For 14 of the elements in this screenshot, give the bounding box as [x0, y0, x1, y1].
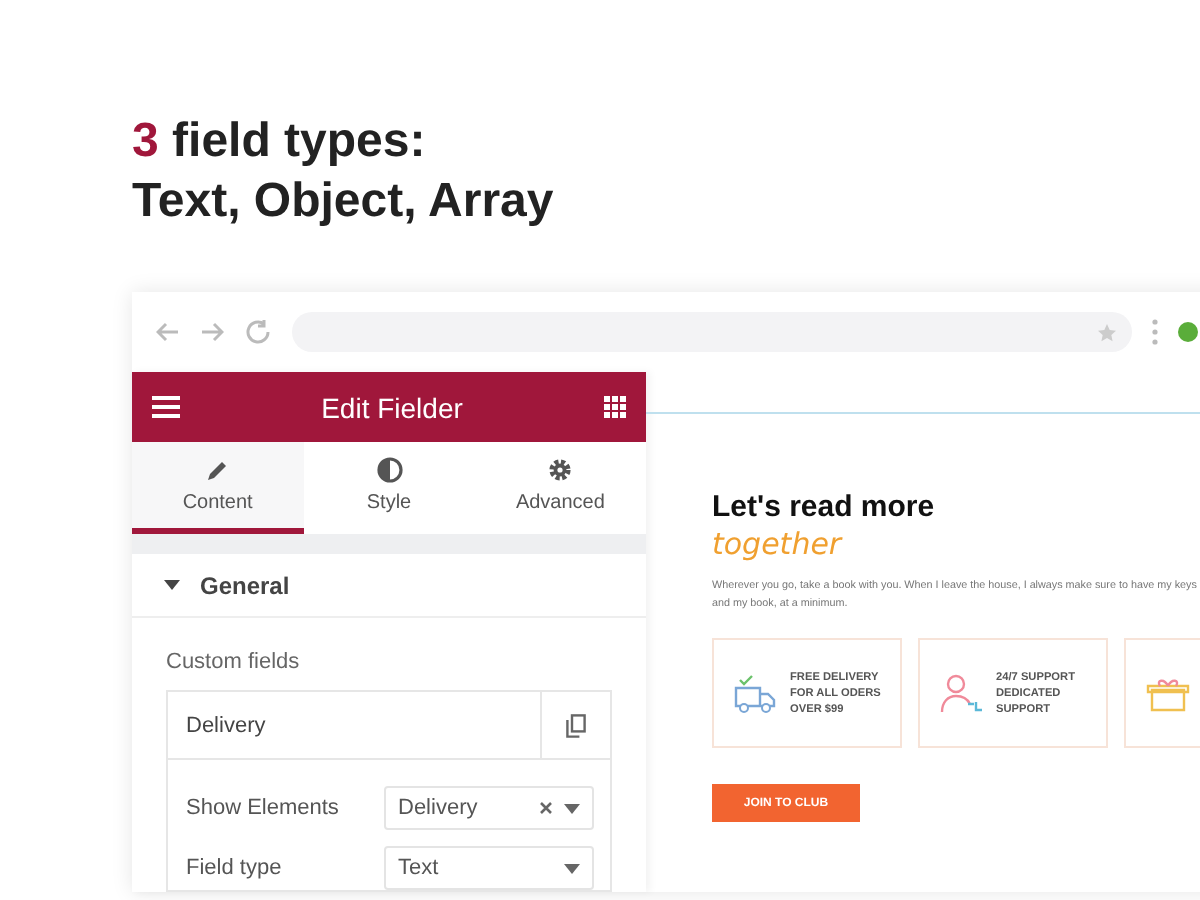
headline-text: field types: [172, 112, 426, 172]
field-label: Field type [186, 856, 282, 880]
section-header[interactable]: General [132, 554, 646, 618]
headline-subtitle: Text, Object, Array [132, 172, 554, 232]
preview-heading: Let's read more [712, 490, 935, 524]
field-label: Show Elements [186, 796, 339, 820]
select-field[interactable]: Delivery [384, 786, 594, 830]
panel-title: Edit Fielder [321, 391, 463, 423]
select-field[interactable]: Text [384, 846, 594, 890]
field-label: Custom fields [164, 648, 302, 678]
panel-tab[interactable]: Content [132, 442, 304, 534]
preview-accent: together [712, 526, 842, 562]
headline-number: 3 [132, 112, 159, 172]
repeater-title[interactable]: Delivery [168, 692, 540, 758]
